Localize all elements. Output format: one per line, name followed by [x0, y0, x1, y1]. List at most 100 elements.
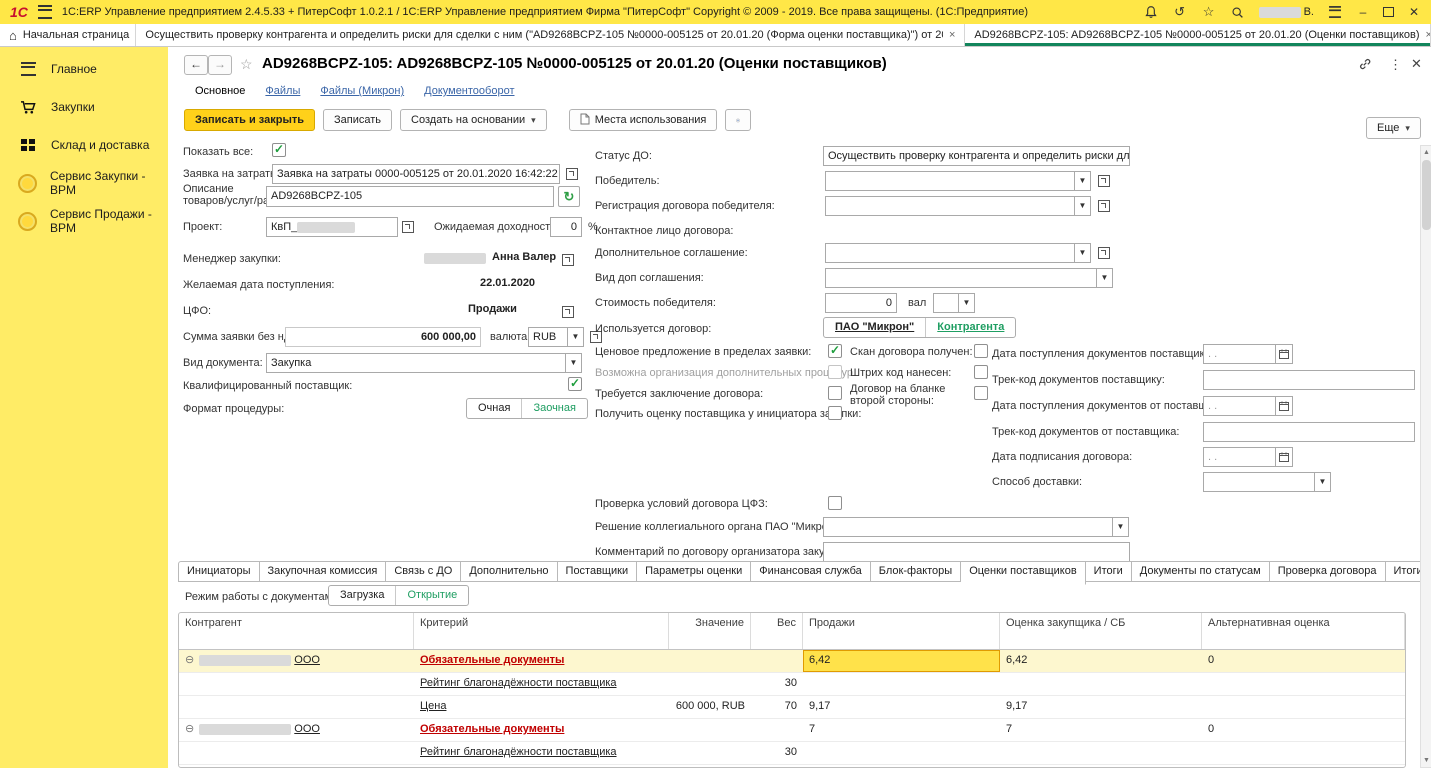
current-user[interactable]: В.: [1259, 6, 1314, 18]
track-code-from-supplier-field[interactable]: [1203, 422, 1415, 442]
docs-from-supplier-date-field[interactable]: . .: [1203, 396, 1276, 416]
winner-contract-reg-field[interactable]: [825, 196, 1075, 216]
dropdown-icon[interactable]: ▼: [1097, 268, 1113, 288]
tab-suppliers[interactable]: Поставщики: [558, 561, 638, 582]
expected-profit-field[interactable]: 0: [550, 217, 582, 237]
winner-cost-field[interactable]: 0: [825, 293, 897, 313]
service-menu-icon[interactable]: [1327, 4, 1343, 20]
back-button[interactable]: ←: [184, 55, 208, 75]
mode-option-open[interactable]: Открытие: [395, 586, 468, 605]
main-menu-icon[interactable]: [38, 5, 52, 19]
scrollbar-thumb[interactable]: [1422, 160, 1431, 230]
desired-date-value[interactable]: 22.01.2020: [480, 277, 535, 289]
forward-button[interactable]: →: [208, 55, 232, 75]
restore-window-button[interactable]: [1383, 7, 1394, 17]
agreement-type-field[interactable]: [825, 268, 1097, 288]
do-status-field[interactable]: Осуществить проверку контрагента и опред…: [823, 146, 1130, 166]
col-weight[interactable]: Вес: [751, 613, 803, 649]
open-link-icon[interactable]: [402, 221, 414, 233]
more-actions-button[interactable]: Еще▾: [1366, 117, 1421, 139]
minimize-button[interactable]: –: [1356, 5, 1370, 19]
refresh-icon-button[interactable]: ↻: [558, 186, 580, 207]
doc-type-field[interactable]: Закупка: [266, 353, 566, 373]
winner-currency-field[interactable]: [933, 293, 959, 313]
close-window-button[interactable]: ✕: [1407, 5, 1421, 19]
show-all-checkbox[interactable]: [272, 143, 286, 157]
col-buyer-rating[interactable]: Оценка закупщика / СБ: [1000, 613, 1202, 649]
search-icon[interactable]: [1230, 4, 1246, 20]
sidebar-item-purchases[interactable]: Закупки: [0, 95, 168, 119]
usage-places-button[interactable]: Места использования: [569, 109, 718, 131]
dropdown-icon[interactable]: ▼: [1113, 517, 1129, 537]
tab-check-contractor[interactable]: Осуществить проверку контрагента и опред…: [136, 24, 965, 46]
open-link-icon[interactable]: [562, 254, 574, 266]
favorite-star-icon[interactable]: ☆: [240, 56, 253, 73]
contract-option-mikron[interactable]: ПАО "Микрон": [824, 318, 925, 337]
expense-request-field[interactable]: Заявка на затраты 0000-005125 от 20.01.2…: [272, 164, 560, 184]
nav-main[interactable]: Основное: [195, 85, 245, 97]
open-link-icon[interactable]: [562, 306, 574, 318]
format-option-ochnaya[interactable]: Очная: [467, 399, 521, 418]
col-criterion[interactable]: Критерий: [414, 613, 669, 649]
track-code-to-supplier-field[interactable]: [1203, 370, 1415, 390]
tab-home[interactable]: ⌂ Начальная страница: [0, 24, 136, 46]
close-tab-icon[interactable]: ×: [949, 29, 955, 41]
tab-purchase-commission[interactable]: Закупочная комиссия: [260, 561, 387, 582]
barcode-applied-checkbox[interactable]: [974, 365, 988, 379]
col-contractor[interactable]: Контрагент: [179, 613, 414, 649]
get-supplier-rating-checkbox[interactable]: [828, 406, 842, 420]
winner-field[interactable]: [825, 171, 1075, 191]
tab-rating-params[interactable]: Параметры оценки: [637, 561, 751, 582]
calendar-icon[interactable]: [1276, 396, 1293, 416]
cell-sales-selected[interactable]: 6,42: [803, 650, 1000, 672]
collapse-group-icon[interactable]: ⊖: [185, 723, 194, 735]
dropdown-icon[interactable]: ▼: [568, 327, 584, 347]
nav-files[interactable]: Файлы: [265, 85, 300, 97]
vertical-scrollbar[interactable]: ▲ ▼: [1420, 145, 1431, 768]
scan-received-checkbox[interactable]: [974, 344, 988, 358]
open-link-icon[interactable]: [1098, 175, 1110, 187]
cfo-value[interactable]: Продажи: [468, 303, 517, 315]
col-alt-rating[interactable]: Альтернативная оценка: [1202, 613, 1405, 649]
contract-required-checkbox[interactable]: [828, 386, 842, 400]
tab-finance-service[interactable]: Финансовая служба: [751, 561, 871, 582]
nav-docflow[interactable]: Документооборот: [424, 85, 514, 97]
table-row[interactable]: ⊖ ООО Обязательные документы 6,42 6,42 0: [179, 650, 1405, 673]
tab-supplier-ratings[interactable]: Оценки поставщиков: [961, 561, 1085, 585]
dropdown-icon[interactable]: ▼: [1315, 472, 1331, 492]
tab-block-factors[interactable]: Блок-факторы: [871, 561, 961, 582]
close-tab-icon[interactable]: ×: [1426, 29, 1431, 41]
table-row[interactable]: Рейтинг благонадёжности поставщика 30: [179, 673, 1405, 696]
history-icon[interactable]: ↺: [1172, 4, 1188, 20]
format-option-zaochnaya[interactable]: Заочная: [521, 399, 587, 418]
additional-agreement-field[interactable]: [825, 243, 1075, 263]
cfz-check-checkbox[interactable]: [828, 496, 842, 510]
price-within-request-checkbox[interactable]: [828, 344, 842, 358]
contract-option-contractor[interactable]: Контрагента: [925, 318, 1015, 337]
more-menu-kebab-icon[interactable]: ⋮: [1389, 57, 1402, 73]
calendar-icon[interactable]: [1276, 344, 1293, 364]
dropdown-icon[interactable]: ▼: [566, 353, 582, 373]
table-row[interactable]: ⊖ ООО Обязательные документы 7 7 0: [179, 719, 1405, 742]
tab-initiators[interactable]: Инициаторы: [178, 561, 260, 582]
tab-status-documents[interactable]: Документы по статусам: [1132, 561, 1270, 582]
open-link-icon[interactable]: [1098, 247, 1110, 259]
scroll-down-icon[interactable]: ▼: [1421, 754, 1431, 767]
request-sum-field[interactable]: 600 000,00: [285, 327, 481, 347]
tab-results[interactable]: Итоги: [1086, 561, 1132, 582]
extra-procedures-checkbox[interactable]: [828, 365, 842, 379]
nav-files-mikron[interactable]: Файлы (Микрон): [320, 85, 404, 97]
table-row[interactable]: Рейтинг благонадёжности поставщика 30: [179, 742, 1405, 765]
tab-contract-check[interactable]: Проверка договора: [1270, 561, 1386, 582]
organizer-comment-field[interactable]: [823, 542, 1130, 562]
notifications-bell-icon[interactable]: [1143, 4, 1159, 20]
currency-field[interactable]: RUB: [528, 327, 568, 347]
description-field[interactable]: AD9268BCPZ-105: [266, 186, 554, 207]
sidebar-item-service-sales-bpm[interactable]: Сервис Продажи - BPM: [0, 209, 168, 233]
dropdown-icon[interactable]: ▼: [1075, 243, 1091, 263]
board-decision-field[interactable]: [823, 517, 1113, 537]
dropdown-icon[interactable]: ▼: [959, 293, 975, 313]
sidebar-item-main[interactable]: Главное: [0, 57, 168, 81]
sidebar-item-service-purchases-bpm[interactable]: Сервис Закупки - BPM: [0, 171, 168, 195]
calendar-icon[interactable]: [1276, 447, 1293, 467]
